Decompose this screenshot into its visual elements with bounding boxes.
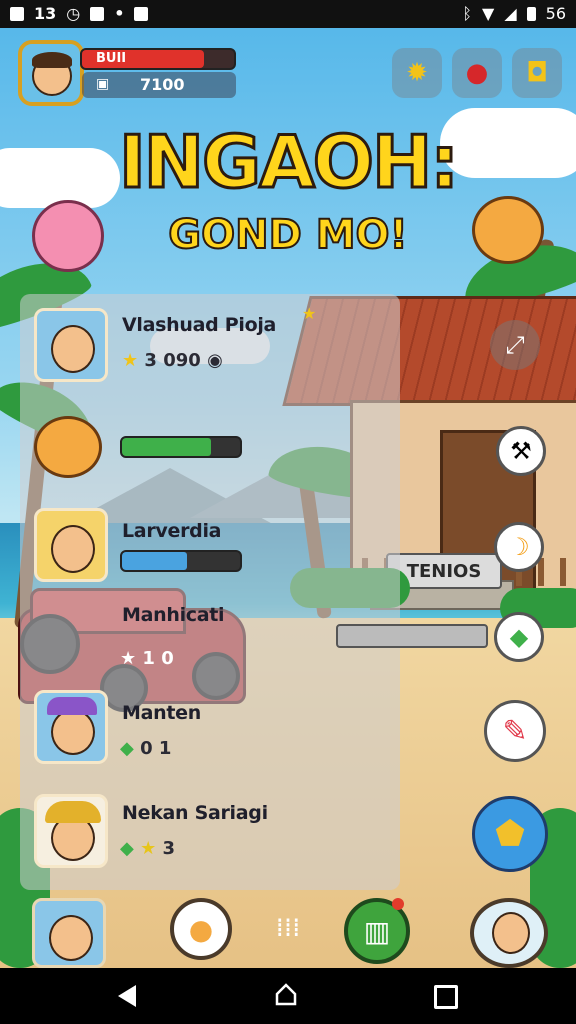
status-bar: 13 ◷ • ᛒ ▼ ◢ 56 — [0, 0, 576, 28]
gem-icon: ◆ — [120, 738, 134, 759]
hammer-icon: ⚒ — [510, 437, 532, 465]
row-name: Manhicati — [122, 604, 225, 626]
cat-avatar[interactable] — [34, 416, 102, 478]
health-bar-label: BUII — [96, 51, 127, 66]
hammer-tool-button[interactable]: ⚒ — [496, 426, 546, 476]
battery-icon — [526, 6, 536, 21]
gem-icon: ◆ — [120, 838, 134, 859]
cat-icon: ● — [188, 912, 214, 946]
leaf-item-button[interactable]: ◆ — [494, 612, 544, 662]
sparkle-icon: ★ — [302, 304, 317, 323]
apple-shop-button[interactable]: ● — [452, 48, 502, 98]
expand-button[interactable]: ⤢ — [490, 320, 540, 370]
menu-grid-button[interactable]: ⁞⁞⁞ — [270, 910, 306, 946]
row-name: Larverdia — [122, 520, 222, 542]
avatar-hair — [32, 52, 72, 68]
settings-gear-button[interactable]: ✹ — [392, 48, 442, 98]
row-stat: ★ 1 0 — [120, 648, 174, 669]
row-avatar[interactable] — [34, 794, 108, 868]
row-stat: ◆ 0 1 — [120, 738, 171, 759]
progress-bar — [120, 436, 242, 458]
row-stat-value: 0 1 — [140, 738, 172, 759]
avatar-face — [51, 525, 95, 573]
apple-icon: ● — [465, 58, 489, 88]
row-avatar[interactable] — [34, 690, 108, 764]
row-stat: ◆ ★ 3 — [120, 838, 175, 859]
star-icon: ★ — [120, 648, 137, 669]
progress-bar — [120, 550, 242, 572]
row-avatar[interactable] — [34, 308, 108, 382]
banana-icon: ☽ — [508, 533, 530, 561]
recent-apps-icon[interactable] — [434, 985, 458, 1009]
gear-icon: ✹ — [406, 58, 428, 88]
cap-icon — [47, 697, 97, 715]
notification-dot — [392, 898, 404, 910]
notification-icon — [10, 6, 24, 21]
status-left: 13 ◷ • — [10, 4, 149, 23]
back-icon[interactable] — [118, 985, 136, 1007]
clock-icon: ◷ — [66, 4, 81, 23]
app-icon — [90, 6, 105, 21]
pencil-edit-button[interactable]: ✎ — [484, 700, 546, 762]
image-icon — [134, 6, 149, 21]
row-stat-value: 1 0 — [142, 648, 174, 669]
quest-icon: ◘ — [526, 58, 548, 88]
row-name: Vlashuad Pioja — [122, 314, 277, 336]
star-icon: ★ — [140, 838, 157, 859]
signal-icon: ◢ — [504, 4, 517, 23]
row-stat: ★ 3 090 ◉ — [122, 350, 223, 371]
helmet-icon — [45, 801, 101, 823]
shield-button[interactable]: ⬟ — [472, 796, 548, 872]
profile-tab-button[interactable] — [32, 898, 106, 968]
health-bar: BUII — [80, 48, 236, 70]
coin-icon: ▣ — [96, 76, 110, 92]
home-icon[interactable] — [275, 982, 297, 1006]
game-title: INGAOH: — [117, 119, 460, 206]
progress-bar-fill — [122, 438, 211, 456]
grid-icon: ⁞⁞⁞ — [275, 913, 301, 943]
banana-item-button[interactable]: ☽ — [494, 522, 544, 572]
battery-level: 56 — [545, 4, 566, 23]
avatar-face — [51, 709, 95, 755]
slider-track[interactable] — [336, 624, 488, 648]
wifi-icon: ▼ — [482, 4, 495, 23]
row-name: Nekan Sariagi — [122, 802, 268, 824]
quest-button[interactable]: ◘ — [512, 48, 562, 98]
row-stat-value: 3 090 — [144, 350, 201, 371]
row-avatar[interactable] — [34, 508, 108, 582]
android-nav-bar — [0, 968, 576, 1024]
pet-tab-button[interactable]: ● — [170, 898, 232, 960]
shield-icon: ⬟ — [495, 814, 525, 854]
coin-icon: ◉ — [207, 350, 223, 371]
avatar-face — [51, 325, 95, 373]
star-icon: ★ — [122, 350, 139, 371]
pink-creature-icon — [32, 200, 104, 272]
player-avatar[interactable] — [18, 40, 84, 106]
dot-icon: • — [114, 4, 125, 23]
avatar-face — [49, 915, 93, 961]
progress-bar-fill — [122, 552, 187, 570]
coin-value: 7100 — [140, 75, 185, 94]
expand-arrows-icon: ⤢ — [505, 331, 525, 359]
status-time: 13 — [34, 4, 57, 23]
bluetooth-icon: ᛒ — [462, 4, 473, 23]
status-right: ᛒ ▼ ◢ 56 — [462, 4, 566, 23]
book-icon: ▥ — [363, 914, 391, 948]
friend-tab-button[interactable] — [470, 898, 548, 968]
avatar-face — [492, 912, 530, 954]
row-stat-value: 3 — [162, 838, 176, 859]
row-name: Manten — [122, 702, 201, 724]
pencil-icon: ✎ — [502, 713, 528, 749]
leaf-icon: ◆ — [509, 623, 529, 651]
cat-creature-icon — [472, 196, 544, 264]
coin-counter: ▣ 7100 — [82, 72, 236, 98]
